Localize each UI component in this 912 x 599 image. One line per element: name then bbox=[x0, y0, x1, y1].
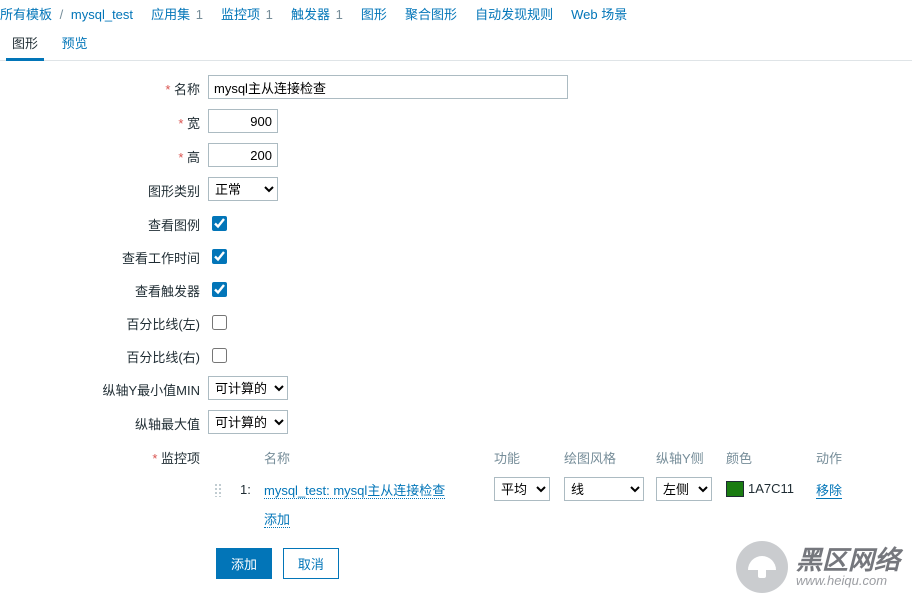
bc-sep: / bbox=[60, 7, 64, 22]
item-y-axis-side-select[interactable]: 左侧 bbox=[656, 477, 712, 501]
add-button[interactable]: 添加 bbox=[216, 548, 272, 579]
graph-type-select[interactable]: 正常 bbox=[208, 177, 278, 201]
item-function-select[interactable]: 平均 bbox=[494, 477, 550, 501]
label-items: 监控项 bbox=[8, 444, 208, 467]
show-triggers-checkbox[interactable] bbox=[212, 282, 227, 297]
label-name: 名称 bbox=[8, 75, 208, 98]
tab-preview[interactable]: 预览 bbox=[52, 27, 98, 60]
cancel-button[interactable]: 取消 bbox=[283, 548, 339, 579]
label-show-working-time: 查看工作时间 bbox=[8, 244, 208, 267]
add-item-link[interactable]: 添加 bbox=[264, 512, 290, 528]
label-show-triggers: 查看触发器 bbox=[8, 277, 208, 300]
th-draw-style: 绘图风格 bbox=[558, 444, 650, 473]
item-name-link[interactable]: mysql_test: mysql主从连接检查 bbox=[264, 483, 445, 499]
label-height: 高 bbox=[8, 143, 208, 166]
bc-discovery-rules[interactable]: 自动发现规则 bbox=[475, 7, 553, 22]
th-color: 颜色 bbox=[720, 444, 810, 473]
color-swatch[interactable] bbox=[726, 481, 744, 497]
label-y-axis-max: 纵轴最大值 bbox=[8, 410, 208, 433]
items-table: 名称 功能 绘图风格 纵轴Y侧 颜色 动作 1: mysql_test: mys… bbox=[208, 444, 858, 532]
graph-form: 名称 宽 高 图形类别 正常 查看图例 查看工作时间 查看触发器 百分比线(左)… bbox=[0, 61, 912, 599]
label-graph-type: 图形类别 bbox=[8, 177, 208, 200]
show-legend-checkbox[interactable] bbox=[212, 216, 227, 231]
height-input[interactable] bbox=[208, 143, 278, 167]
width-input[interactable] bbox=[208, 109, 278, 133]
tabs: 图形 预览 bbox=[0, 27, 912, 61]
table-row-add: 添加 bbox=[208, 505, 858, 532]
th-name: 名称 bbox=[258, 444, 488, 473]
bc-applications[interactable]: 应用集 bbox=[151, 7, 190, 22]
th-y-axis-side: 纵轴Y侧 bbox=[650, 444, 720, 473]
bc-triggers-count: 1 bbox=[336, 7, 343, 22]
label-y-axis-min: 纵轴Y最小值MIN bbox=[8, 376, 208, 399]
th-action: 动作 bbox=[810, 444, 858, 473]
y-axis-max-select[interactable]: 可计算的 bbox=[208, 410, 288, 434]
bc-items-count: 1 bbox=[266, 7, 273, 22]
bc-web-scenarios[interactable]: Web 场景 bbox=[571, 7, 627, 22]
bc-all-templates[interactable]: 所有模板 bbox=[0, 7, 52, 22]
remove-item-link[interactable]: 移除 bbox=[816, 483, 842, 499]
label-width: 宽 bbox=[8, 109, 208, 132]
table-row: 1: mysql_test: mysql主从连接检查 平均 线 bbox=[208, 473, 858, 505]
percentile-left-checkbox[interactable] bbox=[212, 315, 227, 330]
label-percentile-right: 百分比线(右) bbox=[8, 343, 208, 366]
drag-handle-icon[interactable] bbox=[214, 483, 222, 497]
tab-graph[interactable]: 图形 bbox=[2, 27, 48, 60]
bc-aggregate-graphs[interactable]: 聚合图形 bbox=[405, 7, 457, 22]
item-index: 1: bbox=[240, 482, 251, 497]
y-axis-min-select[interactable]: 可计算的 bbox=[208, 376, 288, 400]
bc-graphs[interactable]: 图形 bbox=[361, 7, 387, 22]
form-footer: 添加 取消 bbox=[216, 548, 904, 579]
breadcrumb: 所有模板 / mysql_test 应用集 1 监控项 1 触发器 1 图形 聚… bbox=[0, 0, 912, 27]
name-input[interactable] bbox=[208, 75, 568, 99]
label-percentile-left: 百分比线(左) bbox=[8, 310, 208, 333]
th-function: 功能 bbox=[488, 444, 558, 473]
label-show-legend: 查看图例 bbox=[8, 211, 208, 234]
bc-triggers[interactable]: 触发器 bbox=[291, 7, 330, 22]
percentile-right-checkbox[interactable] bbox=[212, 348, 227, 363]
bc-items[interactable]: 监控项 bbox=[221, 7, 260, 22]
bc-applications-count: 1 bbox=[196, 7, 203, 22]
show-working-time-checkbox[interactable] bbox=[212, 249, 227, 264]
color-hex: 1A7C11 bbox=[748, 481, 794, 496]
item-draw-style-select[interactable]: 线 bbox=[564, 477, 644, 501]
bc-template-name[interactable]: mysql_test bbox=[71, 7, 133, 22]
